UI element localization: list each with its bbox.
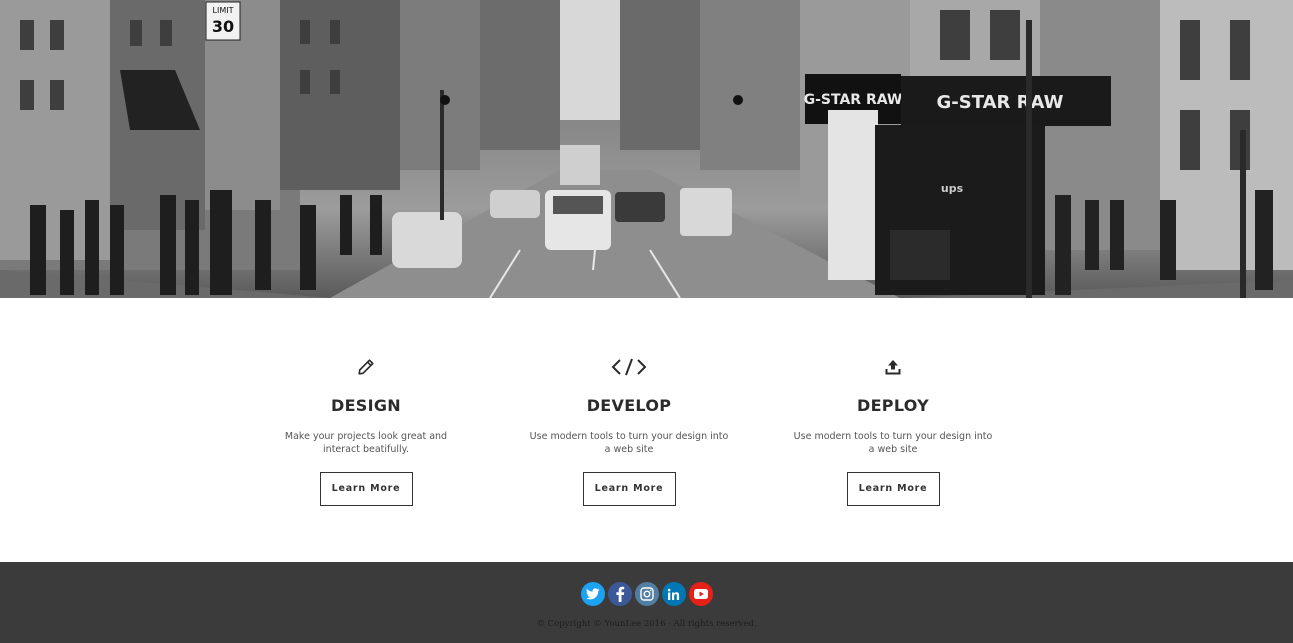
feature-develop: DEVELOP Use modern tools to turn your de… bbox=[524, 354, 734, 506]
feature-deploy: DEPLOY Use modern tools to turn your des… bbox=[788, 354, 998, 506]
feature-description: Use modern tools to turn your design int… bbox=[529, 431, 729, 455]
speed-limit-label: LIMIT bbox=[213, 6, 234, 15]
upload-icon bbox=[788, 354, 998, 380]
feature-design: DESIGN Make your projects look great and… bbox=[261, 354, 471, 506]
store-sign-right: G-STAR RAW bbox=[937, 92, 1064, 113]
footer: © Copyright © YounLee 2016 · All rights … bbox=[0, 562, 1293, 643]
facebook-icon[interactable] bbox=[607, 582, 632, 606]
feature-description: Use modern tools to turn your design int… bbox=[793, 431, 993, 455]
linkedin-icon[interactable] bbox=[661, 582, 686, 606]
speed-limit-value: 30 bbox=[212, 17, 234, 36]
pencil-icon bbox=[261, 354, 471, 380]
feature-title: DEPLOY bbox=[857, 396, 929, 415]
feature-title: DESIGN bbox=[330, 396, 401, 415]
learn-more-button-deploy[interactable]: Learn More bbox=[846, 472, 940, 506]
store-sign-left: G-STAR RAW bbox=[804, 92, 903, 108]
twitter-icon[interactable] bbox=[580, 582, 605, 606]
copyright-text: © Copyright © YounLee 2016 · All rights … bbox=[536, 619, 757, 629]
learn-more-button-design[interactable]: Learn More bbox=[319, 472, 413, 506]
hero-street-image: G-STAR RAW G-STAR RAW LIMIT 30 ups bbox=[0, 0, 1293, 298]
instagram-icon[interactable] bbox=[634, 582, 659, 606]
feature-description: Make your projects look great and intera… bbox=[284, 431, 448, 455]
feature-title: DEVELOP bbox=[586, 396, 672, 415]
features-section: DESIGN Make your projects look great and… bbox=[0, 298, 1293, 562]
social-links bbox=[0, 582, 1293, 606]
street-scene-illustration: G-STAR RAW G-STAR RAW LIMIT 30 ups bbox=[0, 0, 1293, 298]
code-icon bbox=[524, 354, 734, 380]
truck-brand: ups bbox=[941, 182, 964, 195]
learn-more-button-develop[interactable]: Learn More bbox=[582, 472, 676, 506]
youtube-icon[interactable] bbox=[688, 582, 713, 606]
